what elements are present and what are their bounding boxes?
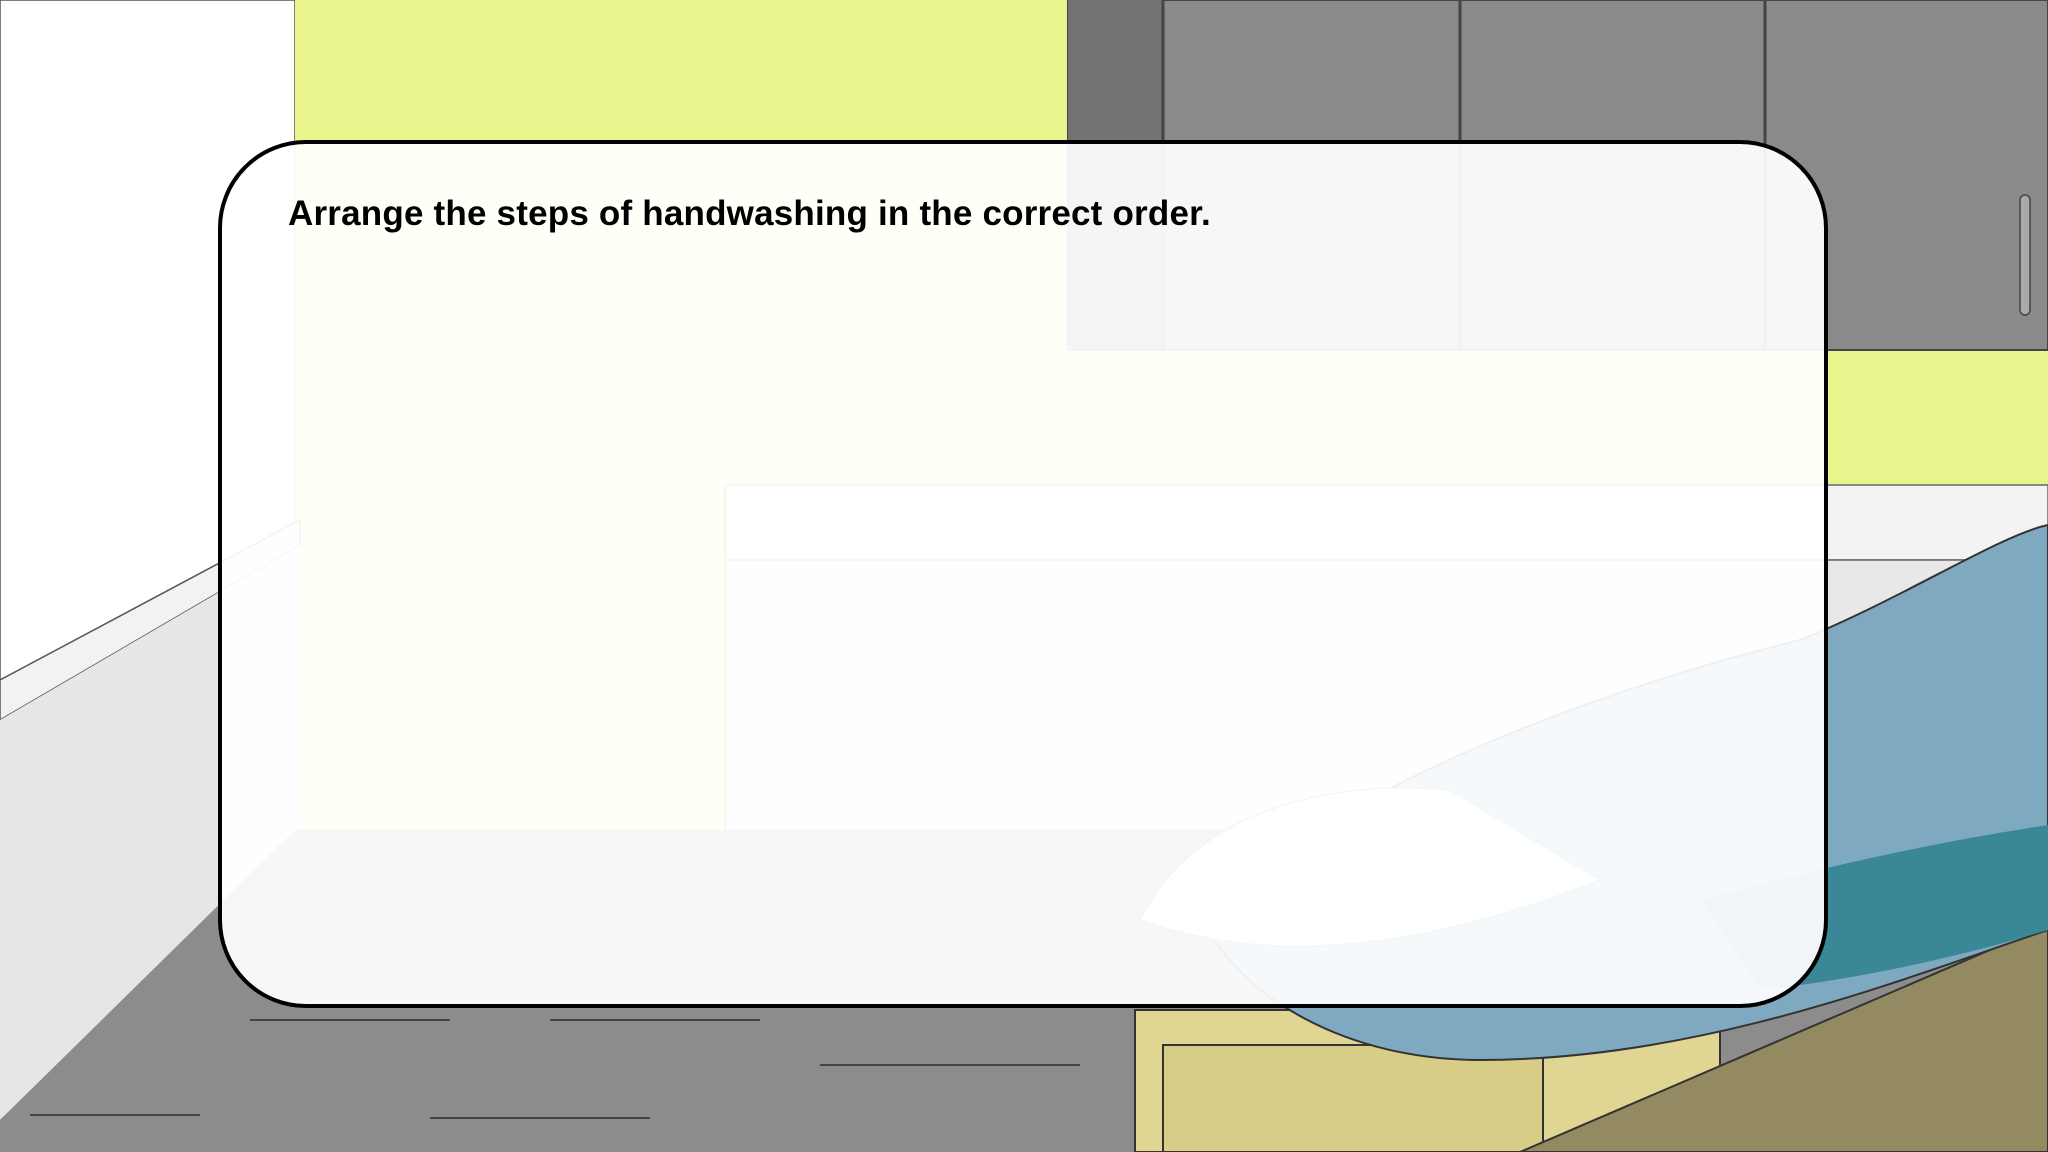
instruction-card: Arrange the steps of handwashing in the … — [218, 140, 1828, 1008]
instruction-text: Arrange the steps of handwashing in the … — [288, 194, 1211, 233]
cabinet-handle — [2019, 194, 2031, 316]
